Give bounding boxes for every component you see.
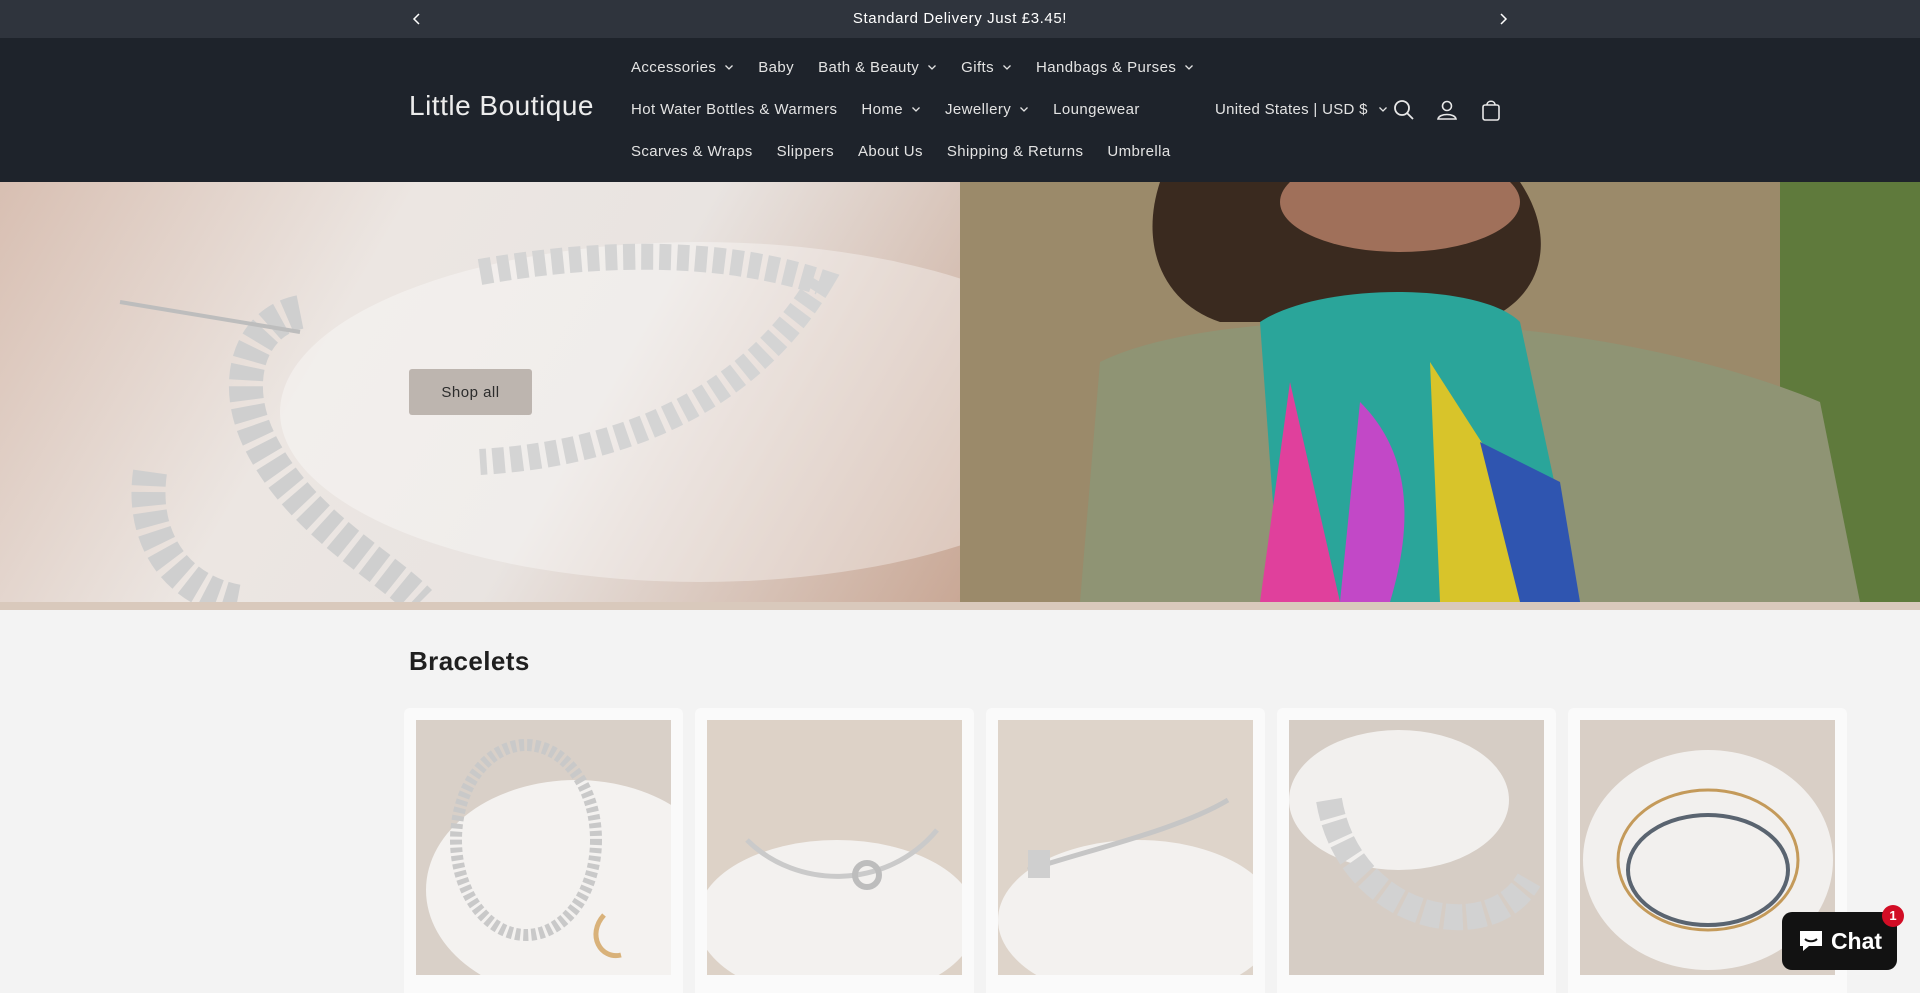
product-image[interactable] <box>1289 720 1544 975</box>
nav-item-label: Umbrella <box>1107 142 1171 160</box>
account-icon[interactable] <box>1434 97 1460 123</box>
nav-item-jewellery[interactable]: Jewellery <box>933 97 1041 121</box>
product-card[interactable] <box>404 708 683 993</box>
chat-notification-badge: 1 <box>1882 905 1904 927</box>
chevron-down-icon <box>1184 62 1194 72</box>
product-card[interactable] <box>986 708 1265 993</box>
nav-row-2: Hot Water Bottles & Warmers Home Jewelle… <box>619 97 1152 121</box>
nav-item-label: Hot Water Bottles & Warmers <box>631 100 838 118</box>
nav-item-loungewear[interactable]: Loungewear <box>1041 97 1152 121</box>
product-image[interactable] <box>998 720 1253 975</box>
product-card[interactable] <box>695 708 974 993</box>
nav-item-label: Handbags & Purses <box>1036 58 1177 76</box>
nav-item-label: Accessories <box>631 58 717 76</box>
nav-item-label: Baby <box>758 58 795 76</box>
nav-item-umbrella[interactable]: Umbrella <box>1095 139 1182 163</box>
nav-row-1: Accessories Baby Bath & Beauty Gifts Han… <box>619 55 1206 79</box>
chat-button[interactable]: Chat <box>1782 912 1897 970</box>
chevron-down-icon <box>911 104 921 114</box>
product-image[interactable] <box>707 720 962 975</box>
nav-item-home[interactable]: Home <box>849 97 933 121</box>
shop-all-button[interactable]: Shop all <box>409 369 532 415</box>
country-currency-label: United States | USD $ <box>1215 100 1368 118</box>
nav-item-hot-water-bottles[interactable]: Hot Water Bottles & Warmers <box>619 97 849 121</box>
nav-item-baby[interactable]: Baby <box>746 55 806 79</box>
nav-row-3: Scarves & Wraps Slippers About Us Shippi… <box>619 139 1183 163</box>
country-currency-selector[interactable]: United States | USD $ <box>1215 97 1388 121</box>
store-logo[interactable]: Little Boutique <box>409 90 594 122</box>
search-icon[interactable] <box>1391 97 1417 123</box>
nav-item-handbags-purses[interactable]: Handbags & Purses <box>1024 55 1206 79</box>
nav-item-about-us[interactable]: About Us <box>846 139 935 163</box>
product-card[interactable] <box>1277 708 1556 993</box>
chevron-down-icon <box>927 62 937 72</box>
nav-item-label: Home <box>861 100 904 118</box>
cart-icon[interactable] <box>1478 97 1504 123</box>
chevron-down-icon <box>1002 62 1012 72</box>
nav-item-gifts[interactable]: Gifts <box>949 55 1024 79</box>
hero-banner: Shop all <box>0 182 1920 610</box>
chevron-down-icon <box>724 62 734 72</box>
nav-item-bath-beauty[interactable]: Bath & Beauty <box>806 55 949 79</box>
nav-item-label: Shipping & Returns <box>946 142 1084 160</box>
announcement-text: Standard Delivery Just £3.45! <box>852 10 1068 27</box>
nav-item-label: Jewellery <box>945 100 1012 118</box>
nav-item-scarves-wraps[interactable]: Scarves & Wraps <box>619 139 765 163</box>
nav-item-accessories[interactable]: Accessories <box>619 55 746 79</box>
chat-bubble-icon <box>1797 928 1825 954</box>
nav-item-label: Slippers <box>776 142 834 160</box>
nav-item-label: Bath & Beauty <box>818 58 920 76</box>
chevron-down-icon <box>1378 104 1388 114</box>
nav-item-label: Loungewear <box>1053 100 1140 118</box>
collection-title: Bracelets <box>409 646 530 676</box>
nav-item-label: Gifts <box>961 58 995 76</box>
announcement-bar: Standard Delivery Just £3.45! <box>0 0 1920 38</box>
nav-item-slippers[interactable]: Slippers <box>765 139 846 163</box>
chevron-down-icon <box>1019 104 1029 114</box>
product-image[interactable] <box>416 720 671 975</box>
nav-item-label: Scarves & Wraps <box>631 142 753 160</box>
chat-label: Chat <box>1830 927 1883 954</box>
nav-item-shipping-returns[interactable]: Shipping & Returns <box>935 139 1095 163</box>
nav-item-label: About Us <box>858 142 923 160</box>
site-header: Little Boutique Accessories Baby Bath & … <box>0 38 1920 182</box>
chevron-right-icon[interactable] <box>1493 9 1513 29</box>
hero-image-scarf-model <box>960 182 1920 602</box>
product-carousel <box>404 708 1847 993</box>
